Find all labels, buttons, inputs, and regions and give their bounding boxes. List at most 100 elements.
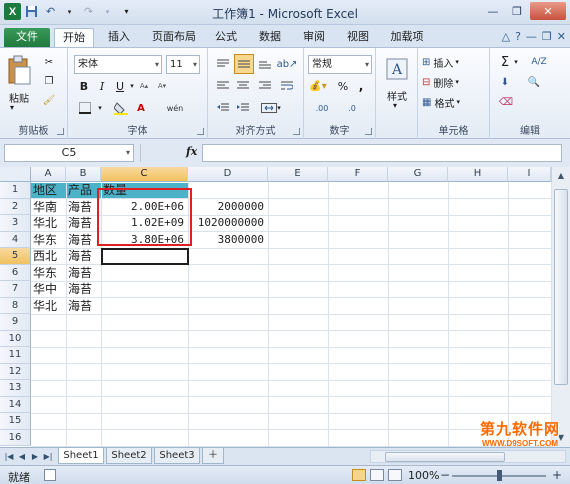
vertical-scrollbar[interactable]: ▲ ▼ xyxy=(551,167,570,447)
increase-font-icon[interactable]: A▴ xyxy=(138,78,150,94)
new-sheet-icon[interactable]: ＋ xyxy=(202,448,224,464)
row-header-15[interactable]: 15 xyxy=(0,413,31,430)
row-header-11[interactable]: 11 xyxy=(0,347,31,364)
clear-icon[interactable]: ⌫ xyxy=(496,94,516,110)
scroll-thumb[interactable] xyxy=(385,452,505,462)
tab-data[interactable]: 数据 xyxy=(252,28,288,47)
cell-b3[interactable]: 海苔 xyxy=(68,215,92,231)
cell-a3[interactable]: 华北 xyxy=(33,215,57,231)
sheet-tab-3[interactable]: Sheet3 xyxy=(154,448,200,464)
page-break-view-icon[interactable] xyxy=(388,469,402,481)
first-sheet-icon[interactable]: |◀ xyxy=(3,450,15,463)
cut-icon[interactable]: ✂ xyxy=(40,54,58,70)
row-header-14[interactable]: 14 xyxy=(0,396,31,413)
zoom-in-icon[interactable]: + xyxy=(552,468,562,482)
format-painter-icon[interactable]: 🖌 xyxy=(40,92,58,108)
scroll-thumb[interactable] xyxy=(554,189,568,385)
tab-formulas[interactable]: 公式 xyxy=(208,28,244,47)
phonetic-icon[interactable]: wén xyxy=(162,100,188,116)
copy-icon[interactable]: ❐ xyxy=(40,73,58,89)
row-header-13[interactable]: 13 xyxy=(0,380,31,397)
font-name-combo[interactable]: 宋体 ▾ xyxy=(74,55,162,74)
decrease-decimal-button[interactable]: .0 xyxy=(338,100,366,116)
sort-filter-button[interactable]: A/Z xyxy=(524,54,554,70)
underline-dropdown-icon[interactable]: ▾ xyxy=(128,78,136,94)
cell-a1[interactable]: 地区 xyxy=(33,182,57,198)
font-color-icon[interactable]: A xyxy=(132,100,150,116)
name-box[interactable]: C5 ▾ xyxy=(4,144,134,162)
find-select-icon[interactable]: 🔍 xyxy=(524,74,544,90)
workbook-restore-icon[interactable]: ❐ xyxy=(542,30,552,43)
underline-button[interactable]: U xyxy=(112,78,128,94)
paste-button[interactable] xyxy=(4,53,34,87)
cell-b6[interactable]: 海苔 xyxy=(68,265,92,281)
insert-function-button[interactable]: fx xyxy=(186,145,197,158)
cell-b5[interactable]: 海苔 xyxy=(68,248,92,264)
fill-icon[interactable]: ⬇ xyxy=(496,74,514,90)
row-header-8[interactable]: 8 xyxy=(0,297,31,314)
paste-dropdown-icon[interactable]: ▾ xyxy=(10,103,14,112)
row-header-3[interactable]: 3 xyxy=(0,215,31,232)
decrease-font-icon[interactable]: A▾ xyxy=(156,78,168,94)
increase-indent-icon[interactable] xyxy=(234,100,252,116)
percent-button[interactable]: % xyxy=(336,78,350,94)
accounting-format-icon[interactable]: 💰▾ xyxy=(308,78,328,94)
row-header-5[interactable]: 5 xyxy=(0,248,31,265)
cell-d3[interactable]: 1020000000 xyxy=(188,215,264,231)
scroll-up-icon[interactable]: ▲ xyxy=(554,169,568,183)
merge-center-icon[interactable]: ▾ xyxy=(256,100,286,116)
cell-a7[interactable]: 华中 xyxy=(33,281,57,297)
column-header-d[interactable]: D xyxy=(188,167,268,182)
column-header-g[interactable]: G xyxy=(388,167,448,182)
select-all-button[interactable] xyxy=(0,167,31,182)
normal-view-icon[interactable] xyxy=(352,469,366,481)
cell-a8[interactable]: 华北 xyxy=(33,298,57,314)
comma-button[interactable]: , xyxy=(354,78,368,94)
formula-input[interactable] xyxy=(202,144,562,162)
zoom-level[interactable]: 100% xyxy=(408,469,439,482)
row-header-1[interactable]: 1 xyxy=(0,182,31,199)
tab-addins[interactable]: 加载项 xyxy=(384,28,430,47)
page-layout-view-icon[interactable] xyxy=(370,469,384,481)
cell-a6[interactable]: 华东 xyxy=(33,265,57,281)
alignment-launcher-icon[interactable] xyxy=(293,128,300,135)
cell-b8[interactable]: 海苔 xyxy=(68,298,92,314)
sheet-tab-1[interactable]: Sheet1 xyxy=(58,448,104,464)
column-header-f[interactable]: F xyxy=(328,167,388,182)
active-cell-selection[interactable] xyxy=(101,248,189,265)
row-header-2[interactable]: 2 xyxy=(0,198,31,215)
styles-button[interactable]: A xyxy=(384,56,410,82)
zoom-slider-thumb[interactable] xyxy=(497,470,502,481)
cell-a4[interactable]: 华东 xyxy=(33,232,57,248)
cell-d2[interactable]: 2000000 xyxy=(188,199,264,215)
cell-b1[interactable]: 产品 xyxy=(68,182,92,198)
cell-a2[interactable]: 华南 xyxy=(33,199,57,215)
align-center-icon[interactable] xyxy=(234,78,252,94)
row-header-7[interactable]: 7 xyxy=(0,281,31,298)
column-header-i[interactable]: I xyxy=(508,167,551,182)
column-header-c[interactable]: C xyxy=(101,167,188,182)
help-icon[interactable]: ? xyxy=(515,30,521,43)
horizontal-scrollbar[interactable] xyxy=(370,450,566,463)
styles-dropdown-icon[interactable]: ▾ xyxy=(393,101,397,110)
align-top-icon[interactable] xyxy=(214,56,232,72)
restore-icon[interactable]: ❐ xyxy=(506,2,528,20)
cell-d4[interactable]: 3800000 xyxy=(188,232,264,248)
font-size-combo[interactable]: 11 ▾ xyxy=(166,55,200,74)
font-launcher-icon[interactable] xyxy=(197,128,204,135)
align-right-icon[interactable] xyxy=(256,78,274,94)
row-header-16[interactable]: 16 xyxy=(0,429,31,446)
clipboard-launcher-icon[interactable] xyxy=(57,128,64,135)
cell-b2[interactable]: 海苔 xyxy=(68,199,92,215)
delete-cells-button[interactable]: ⊟ 删除 ▾ xyxy=(422,74,484,90)
align-left-icon[interactable] xyxy=(214,78,232,94)
borders-icon[interactable] xyxy=(76,100,94,116)
tab-review[interactable]: 审阅 xyxy=(296,28,332,47)
macro-record-icon[interactable] xyxy=(44,469,56,481)
tab-home[interactable]: 开始 xyxy=(54,28,94,47)
number-launcher-icon[interactable] xyxy=(365,128,372,135)
minimize-ribbon-icon[interactable]: △ xyxy=(502,30,510,43)
row-header-12[interactable]: 12 xyxy=(0,363,31,380)
workbook-minimize-icon[interactable]: — xyxy=(526,30,537,43)
column-header-a[interactable]: A xyxy=(31,167,66,182)
